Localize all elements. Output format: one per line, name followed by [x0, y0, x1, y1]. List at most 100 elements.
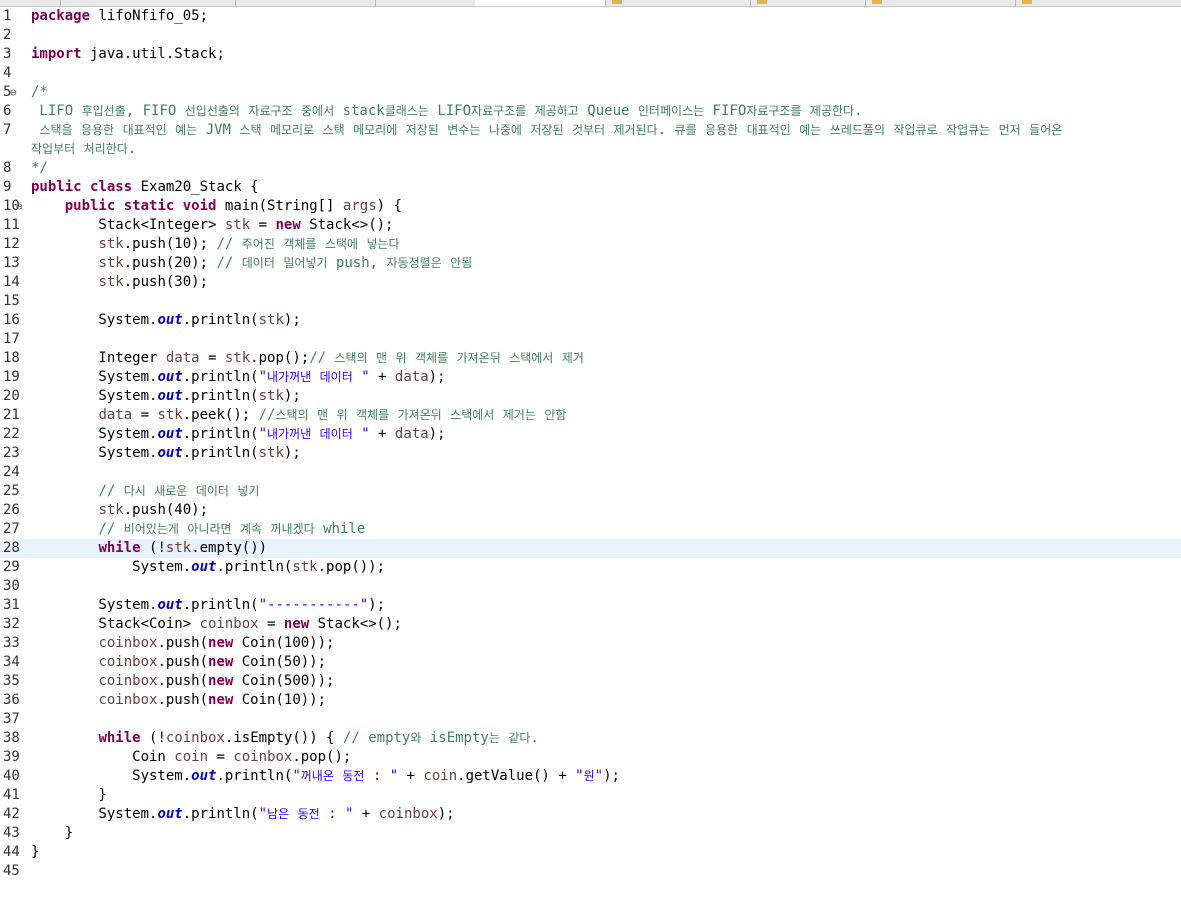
line-text[interactable]: coinbox.push(new Coin(500)); — [31, 672, 334, 691]
code-line[interactable]: 37 — [0, 710, 1181, 729]
line-text[interactable]: Integer data = stk.pop();// 스택의 맨 위 객체를 … — [31, 349, 583, 368]
line-number: 30 — [3, 578, 20, 594]
code-line[interactable]: 작업부터 처리한다. — [0, 140, 1181, 159]
code-line[interactable]: 23 System.out.println(stk); — [0, 444, 1181, 463]
code-line[interactable]: 16 System.out.println(stk); — [0, 311, 1181, 330]
code-line[interactable]: 4 — [0, 64, 1181, 83]
code-line[interactable]: 11 Stack<Integer> stk = new Stack<>(); — [0, 216, 1181, 235]
line-text[interactable]: System.out.println("내가꺼낸 데이터 " + data); — [31, 368, 445, 387]
editor-tab[interactable] — [605, 0, 751, 6]
code-line[interactable]: 7 스택을 응용한 대표적인 예는 JVM 스택 메모리로 스택 메모리에 저장… — [0, 121, 1181, 140]
line-text[interactable]: public static void main(String[] args) { — [31, 197, 402, 216]
line-text[interactable]: System.out.println(stk.pop()); — [31, 558, 385, 577]
code-line[interactable]: 14 stk.push(30); — [0, 273, 1181, 292]
code-line[interactable]: 32 Stack<Coin> coinbox = new Stack<>(); — [0, 615, 1181, 634]
line-text[interactable]: LIFO 후입선출, FIFO 선입선출의 자료구조 중에서 stack클래스는… — [31, 102, 862, 121]
java-code-editor[interactable]: 1 package lifoNfifo_05; 2 3 import java.util… — [0, 0, 1181, 910]
code-line[interactable]: 39 Coin coin = coinbox.pop(); — [0, 748, 1181, 767]
code-line[interactable]: 17 — [0, 330, 1181, 349]
line-text[interactable]: while (!coinbox.isEmpty()) { // empty와 i… — [31, 729, 538, 748]
line-text[interactable]: data = stk.peek(); //스택의 맨 위 객체를 가져온뒤 스택… — [31, 406, 566, 425]
code-line[interactable]: 36 coinbox.push(new Coin(10)); — [0, 691, 1181, 710]
code-line[interactable]: 9 public class Exam20_Stack { — [0, 178, 1181, 197]
fold-toggle-icon[interactable]: ⊖ — [10, 83, 17, 102]
line-text[interactable]: package lifoNfifo_05; — [31, 7, 208, 26]
editor-tab[interactable] — [375, 0, 476, 6]
line-text[interactable]: // 다시 새로운 데이터 넣기 — [31, 482, 259, 501]
code-line[interactable]: 5 ⊖/* — [0, 83, 1181, 102]
line-text[interactable]: // 비어있는게 아니라면 계속 꺼내겠다 while — [31, 520, 365, 539]
code-line[interactable]: 45 — [0, 862, 1181, 881]
editor-tab[interactable] — [865, 0, 1016, 6]
code-area[interactable]: 1 package lifoNfifo_05; 2 3 import java.util… — [0, 7, 1181, 881]
line-text[interactable]: System.out.println(stk); — [31, 387, 300, 406]
line-text[interactable]: public class Exam20_Stack { — [31, 178, 259, 197]
editor-tab-active[interactable] — [475, 0, 606, 6]
code-line[interactable]: 28 while (!stk.empty()) — [0, 539, 1181, 558]
line-text[interactable]: Stack<Coin> coinbox = new Stack<>(); — [31, 615, 401, 634]
code-line[interactable]: 30 — [0, 577, 1181, 596]
editor-tab-strip[interactable] — [0, 0, 1181, 7]
line-text[interactable]: System.out.println("남은 동전 : " + coinbox)… — [31, 805, 454, 824]
code-line[interactable]: 18 Integer data = stk.pop();// 스택의 맨 위 객… — [0, 349, 1181, 368]
line-text[interactable]: 작업부터 처리한다. — [31, 140, 136, 159]
code-line[interactable]: 12 stk.push(10); // 주어진 객체를 스택에 넣는다 — [0, 235, 1181, 254]
editor-tab[interactable] — [0, 0, 61, 6]
code-line[interactable]: 29 System.out.println(stk.pop()); — [0, 558, 1181, 577]
editor-tab[interactable] — [235, 0, 376, 6]
line-text[interactable]: stk.push(40); — [31, 501, 208, 520]
code-line[interactable]: 13 stk.push(20); // 데이터 밀어넣기 push, 자동정렬은… — [0, 254, 1181, 273]
line-text[interactable]: } — [31, 786, 106, 805]
line-text[interactable]: System.out.println("내가꺼낸 데이터 " + data); — [31, 425, 445, 444]
line-text[interactable]: System.out.println("-----------"); — [31, 596, 385, 615]
code-line[interactable]: 22 System.out.println("내가꺼낸 데이터 " + data… — [0, 425, 1181, 444]
line-text[interactable]: stk.push(20); // 데이터 밀어넣기 push, 자동정렬은 안됨 — [31, 254, 472, 273]
editor-tab[interactable] — [60, 0, 236, 6]
line-text[interactable]: coinbox.push(new Coin(100)); — [31, 634, 334, 653]
line-text[interactable]: import java.util.Stack; — [31, 45, 225, 64]
code-line[interactable]: 38 while (!coinbox.isEmpty()) { // empty… — [0, 729, 1181, 748]
code-line[interactable]: 35 coinbox.push(new Coin(500)); — [0, 672, 1181, 691]
code-line[interactable]: 19 System.out.println("내가꺼낸 데이터 " + data… — [0, 368, 1181, 387]
code-line[interactable]: 26 stk.push(40); — [0, 501, 1181, 520]
code-line[interactable]: 27 // 비어있는게 아니라면 계속 꺼내겠다 while — [0, 520, 1181, 539]
code-line[interactable]: 20 System.out.println(stk); — [0, 387, 1181, 406]
code-line[interactable]: 44} — [0, 843, 1181, 862]
line-text[interactable]: stk.push(10); // 주어진 객체를 스택에 넣는다 — [31, 235, 399, 254]
code-line[interactable]: 15 — [0, 292, 1181, 311]
editor-tab[interactable] — [1015, 0, 1181, 6]
fold-toggle-icon[interactable]: ⊖ — [16, 197, 23, 216]
line-text[interactable]: } — [31, 824, 73, 843]
line-text[interactable]: coinbox.push(new Coin(10)); — [31, 691, 326, 710]
code-line[interactable]: 40 System.out.println("꺼내온 동전 : " + coin… — [0, 767, 1181, 786]
line-text[interactable]: System.out.println("꺼내온 동전 : " + coin.ge… — [31, 767, 620, 786]
line-text[interactable]: System.out.println(stk); — [31, 311, 300, 330]
line-text[interactable]: Stack<Integer> stk = new Stack<>(); — [31, 216, 393, 235]
code-line[interactable]: 31 System.out.println("-----------"); — [0, 596, 1181, 615]
code-line[interactable]: 25 // 다시 새로운 데이터 넣기 — [0, 482, 1181, 501]
line-text[interactable]: */ — [31, 159, 48, 178]
line-number: 34 — [3, 654, 20, 670]
code-line[interactable]: 6 LIFO 후입선출, FIFO 선입선출의 자료구조 중에서 stack클래… — [0, 102, 1181, 121]
code-line[interactable]: 2 — [0, 26, 1181, 45]
code-line[interactable]: 21 data = stk.peek(); //스택의 맨 위 객체를 가져온뒤… — [0, 406, 1181, 425]
code-line[interactable]: 24 — [0, 463, 1181, 482]
line-text[interactable]: System.out.println(stk); — [31, 444, 300, 463]
code-line[interactable]: 1 package lifoNfifo_05; — [0, 7, 1181, 26]
code-line[interactable]: 10 ⊖ public static void main(String[] arg… — [0, 197, 1181, 216]
line-text[interactable]: stk.push(30); — [31, 273, 208, 292]
code-line[interactable]: 34 coinbox.push(new Coin(50)); — [0, 653, 1181, 672]
code-line[interactable]: 8 */ — [0, 159, 1181, 178]
code-line[interactable]: 41 } — [0, 786, 1181, 805]
line-text[interactable]: Coin coin = coinbox.pop(); — [31, 748, 351, 767]
line-text[interactable]: coinbox.push(new Coin(50)); — [31, 653, 326, 672]
line-text[interactable]: } — [31, 843, 39, 862]
line-text[interactable]: 스택을 응용한 대표적인 예는 JVM 스택 메모리로 스택 메모리에 저장된 … — [31, 121, 1062, 140]
code-line[interactable]: 33 coinbox.push(new Coin(100)); — [0, 634, 1181, 653]
line-text[interactable]: while (!stk.empty()) — [31, 539, 267, 558]
code-line[interactable]: 42 System.out.println("남은 동전 : " + coinb… — [0, 805, 1181, 824]
code-line[interactable]: 43 } — [0, 824, 1181, 843]
editor-tab[interactable] — [750, 0, 866, 6]
line-text[interactable]: /* — [31, 83, 48, 102]
code-line[interactable]: 3 import java.util.Stack; — [0, 45, 1181, 64]
